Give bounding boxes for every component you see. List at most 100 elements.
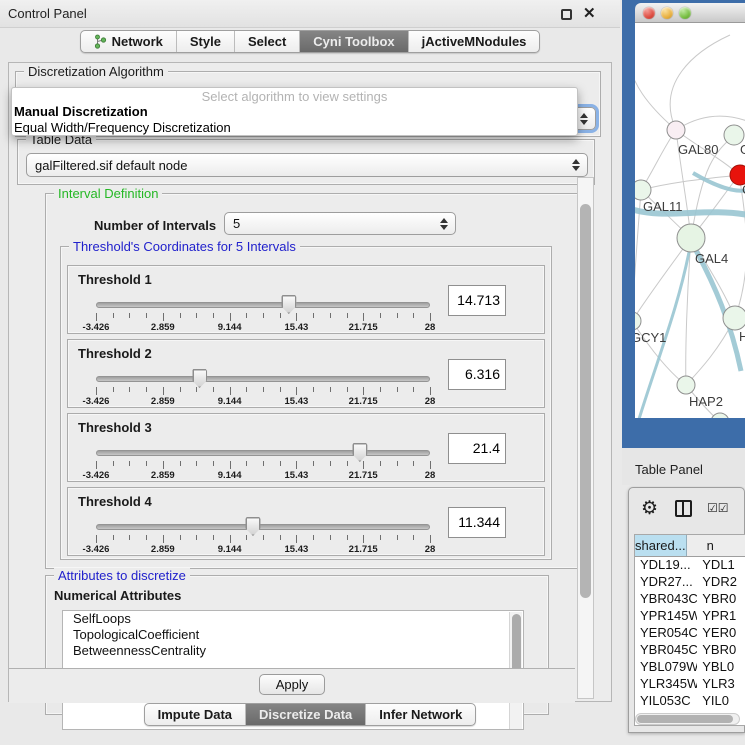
tab-discretize-data[interactable]: Discretize Data [245,704,365,725]
spinner-arrows-icon [440,218,448,230]
network-node[interactable] [677,224,705,252]
threshold-2-panel: Threshold 2 -3.4262.8599.14415.4321.7152… [67,339,545,408]
table-header-row: shared... n [635,535,745,557]
column-header-shared-name[interactable]: shared... [635,535,687,556]
spinner-value: 5 [233,216,240,231]
algorithm-dropdown-popup: Select algorithm to view settings Manual… [11,87,578,136]
network-node[interactable] [635,180,651,200]
threshold-4-slider[interactable]: -3.4262.8599.14415.4321.71528 [96,521,430,551]
threshold-4-value-field[interactable]: 11.344 [448,507,506,538]
table-row[interactable]: YBR043CYBR0 [635,591,745,608]
network-node-label: GCY1 [635,330,666,345]
network-node[interactable] [723,306,745,330]
group-title: Threshold's Coordinates for 5 Intervals [69,239,300,254]
network-node[interactable] [711,413,729,418]
control-panel-titlebar: Control Panel ✕ [0,0,620,28]
table-toolbar: ⚙ ☑☑ [629,488,744,532]
interval-definition-group: Interval Definition Number of Intervals … [45,193,591,569]
slider-track[interactable] [96,450,430,456]
attribute-list-item[interactable]: TopologicalCoefficient [63,627,523,643]
select-columns-icon[interactable]: ☑☑ [707,501,729,515]
network-window-titlebar[interactable] [635,3,745,23]
tab-label: Network [112,34,163,49]
table-row[interactable]: YBL079WYBL0 [635,659,745,676]
threshold-label: Threshold 3 [78,420,152,435]
slider-tick-labels: -3.4262.8599.14415.4321.71528 [96,470,430,481]
network-node[interactable] [677,376,695,394]
slider-tick-labels: -3.4262.8599.14415.4321.71528 [96,544,430,555]
close-traffic-light-icon[interactable] [643,7,655,19]
table-panel-bar: Table Panel [622,448,745,485]
numerical-attributes-label: Numerical Attributes [54,588,181,603]
table-data-combobox[interactable]: galFiltered.sif default node [26,153,588,177]
attribute-list-item[interactable]: SelfLoops [63,611,523,627]
gear-icon[interactable]: ⚙ [641,497,658,520]
column-header-name[interactable]: n [687,535,745,556]
float-window-icon[interactable] [561,9,572,20]
network-icon [94,34,107,49]
threshold-1-value-field[interactable]: 14.713 [448,285,506,316]
apply-button[interactable]: Apply [259,674,326,695]
network-node-label: H [739,329,745,344]
slider-ticks [96,535,430,543]
content-scrollbar[interactable] [577,177,594,699]
table-row[interactable]: YDL19...YDL1 [635,557,745,574]
apply-bar: Apply [9,668,575,703]
control-panel: Control Panel ✕ Network Style Select Cyn… [0,0,620,745]
threshold-1-panel: Threshold 1 -3.4262.8599.14415.4321.7152… [67,265,545,334]
threshold-3-value-field[interactable]: 21.4 [448,433,506,464]
table-row[interactable]: YPR145WYPR1 [635,608,745,625]
threshold-2-value-field[interactable]: 6.316 [448,359,506,390]
slider-thumb[interactable] [245,517,260,536]
slider-thumb[interactable] [192,369,207,388]
number-of-intervals-spinner[interactable]: 5 [224,212,456,235]
node-table-body: YDL19...YDL1YDR27...YDR2YBR043CYBR0YPR14… [635,557,745,710]
table-data-group: Table Data galFiltered.sif default node [17,139,595,185]
scrollbar-thumb[interactable] [580,204,591,598]
zoom-traffic-light-icon[interactable] [679,7,691,19]
threshold-2-slider[interactable]: -3.4262.8599.14415.4321.71528 [96,373,430,403]
dropdown-item-equal-width[interactable]: Equal Width/Frequency Discretization [12,120,577,136]
table-row[interactable]: YIL053CYIL0 [635,693,745,710]
network-node[interactable] [667,121,685,139]
slider-ticks [96,387,430,395]
dropdown-item-manual[interactable]: Manual Discretization [12,104,577,120]
column-layout-icon[interactable] [675,500,692,517]
scrollbar-thumb[interactable] [637,715,733,723]
table-row[interactable]: YDR27...YDR2 [635,574,745,591]
tab-cyni-toolbox[interactable]: Cyni Toolbox [299,31,407,52]
tab-network[interactable]: Network [81,31,176,52]
table-row[interactable]: YLR345WYLR3 [635,676,745,693]
slider-track[interactable] [96,302,430,308]
dropdown-hint: Select algorithm to view settings [12,88,577,104]
network-view-window: GAL80GCGAL11GAL4GCY1HHAP2 [622,0,745,448]
network-node-label: G [740,142,745,157]
tab-style[interactable]: Style [176,31,234,52]
node-table[interactable]: shared... n YDL19...YDL1YDR27...YDR2YBR0… [634,534,745,726]
threshold-3-slider[interactable]: -3.4262.8599.14415.4321.71528 [96,447,430,477]
tab-impute-data[interactable]: Impute Data [145,704,245,725]
slider-track[interactable] [96,524,430,530]
combo-arrows-icon [572,159,580,171]
slider-track[interactable] [96,376,430,382]
close-icon[interactable]: ✕ [583,4,596,22]
top-tab-bar: Network Style Select Cyni Toolbox jActiv… [0,30,620,53]
tab-jactivemnodules[interactable]: jActiveMNodules [408,31,540,52]
table-horizontal-scrollbar[interactable] [635,713,740,725]
network-canvas[interactable]: GAL80GCGAL11GAL4GCY1HHAP2 [635,23,745,418]
group-title: Discretization Algorithm [24,64,168,79]
table-row[interactable]: YER054CYER0 [635,625,745,642]
network-node-label: GAL11 [643,199,683,214]
network-node[interactable] [635,312,641,330]
minimize-traffic-light-icon[interactable] [661,7,673,19]
group-title: Attributes to discretize [54,568,190,583]
threshold-1-slider[interactable]: -3.4262.8599.14415.4321.71528 [96,299,430,329]
table-row[interactable]: YBR045CYBR0 [635,642,745,659]
attribute-list-item[interactable]: BetweennessCentrality [63,643,523,659]
tab-select[interactable]: Select [234,31,299,52]
tab-infer-network[interactable]: Infer Network [365,704,475,725]
slider-ticks [96,461,430,469]
slider-thumb[interactable] [281,295,296,314]
threshold-coordinates-group: Threshold's Coordinates for 5 Intervals … [60,246,552,560]
slider-thumb[interactable] [352,443,367,462]
